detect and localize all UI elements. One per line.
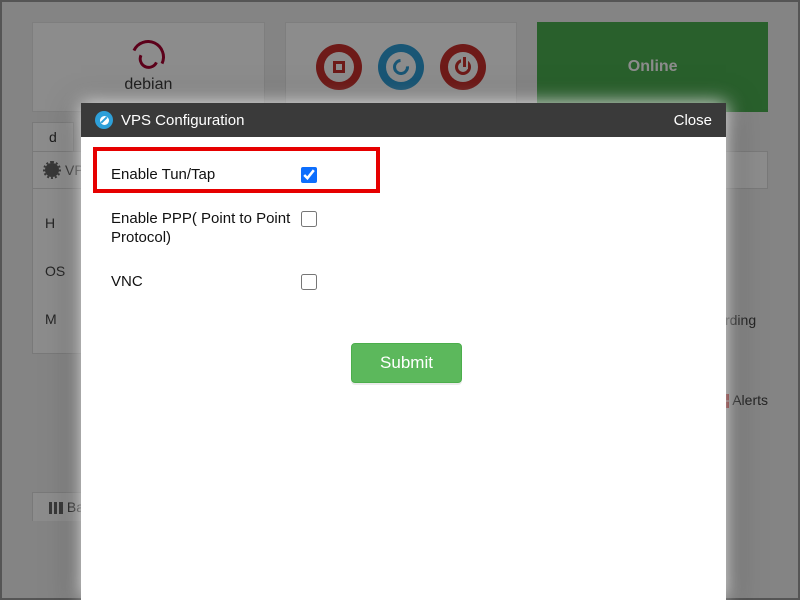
tuntap-checkbox[interactable] — [301, 167, 317, 183]
vps-configuration-modal: VPS Configuration Close Enable Tun/Tap E… — [81, 103, 726, 600]
vnc-checkbox[interactable] — [301, 274, 317, 290]
config-row-tuntap: Enable Tun/Tap — [111, 153, 702, 197]
modal-title: VPS Configuration — [121, 112, 244, 129]
ppp-checkbox[interactable] — [301, 211, 317, 227]
tuntap-label: Enable Tun/Tap — [111, 165, 301, 185]
config-row-vnc: VNC — [111, 260, 702, 304]
config-row-ppp: Enable PPP( Point to Point Protocol) — [111, 197, 702, 260]
close-button[interactable]: Close — [674, 112, 712, 129]
vnc-label: VNC — [111, 272, 301, 292]
configuration-icon — [95, 111, 113, 129]
modal-header: VPS Configuration Close — [81, 103, 726, 137]
modal-body: Enable Tun/Tap Enable PPP( Point to Poin… — [81, 137, 726, 407]
submit-button[interactable]: Submit — [351, 343, 462, 383]
ppp-label: Enable PPP( Point to Point Protocol) — [111, 209, 301, 248]
